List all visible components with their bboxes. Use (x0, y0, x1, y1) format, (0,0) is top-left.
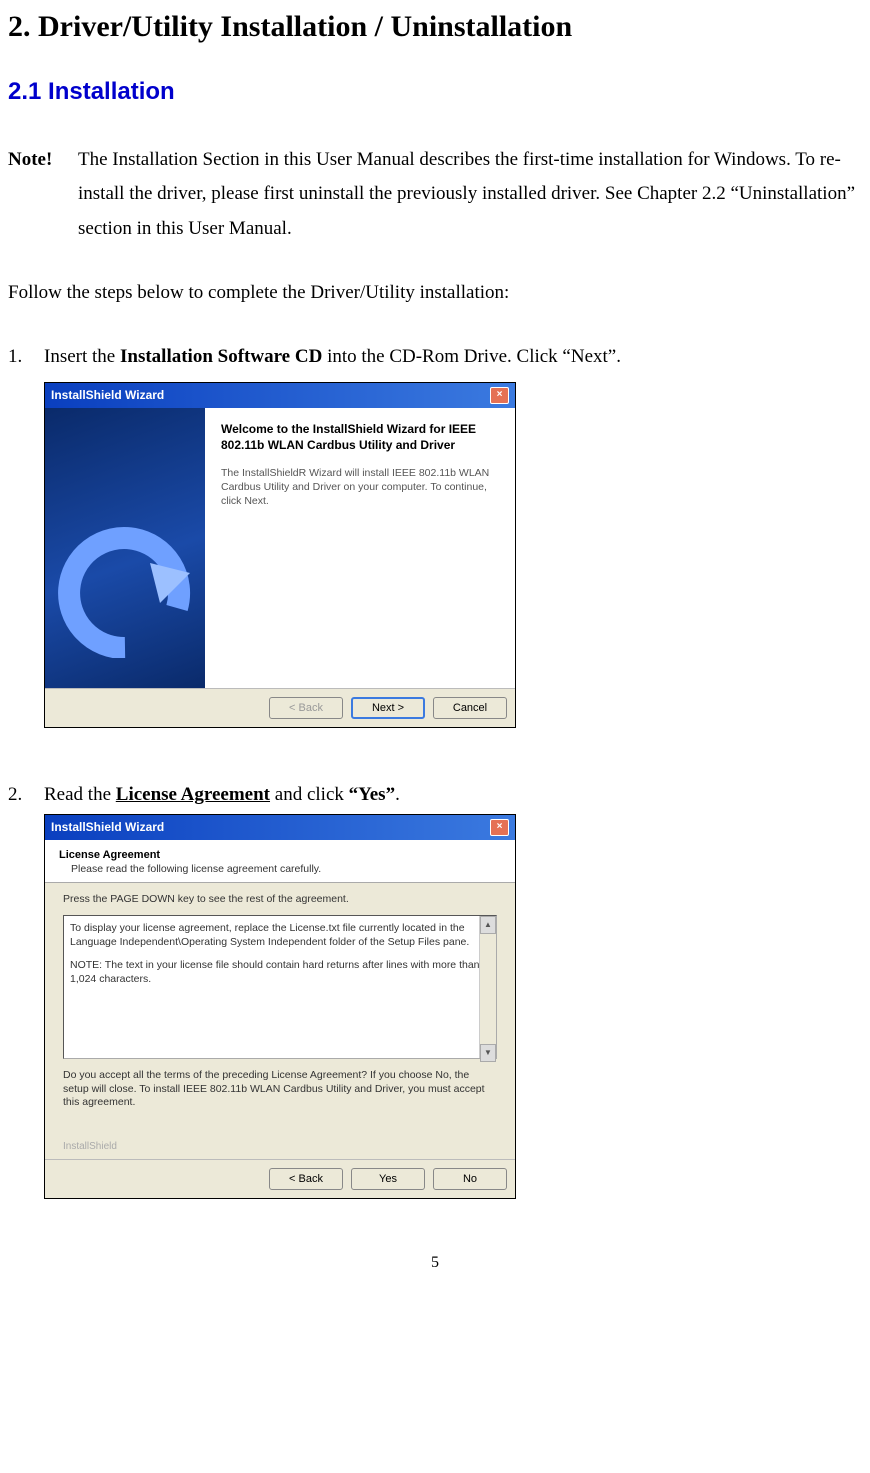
close-icon[interactable]: × (490, 387, 509, 404)
scroll-up-icon[interactable]: ▲ (480, 916, 496, 934)
chapter-title: 2. Driver/Utility Installation / Uninsta… (8, 0, 862, 54)
scrollbar[interactable]: ▲ ▼ (479, 916, 496, 1058)
note-label: Note! (8, 143, 78, 246)
wizard-header-subtitle: Please read the following license agreem… (59, 863, 501, 877)
wizard-titlebar: InstallShield Wizard × (45, 383, 515, 408)
section-title: 2.1 Installation (8, 70, 862, 113)
step2-part-d: “Yes” (349, 784, 395, 805)
back-button: < Back (269, 697, 343, 719)
close-icon[interactable]: × (490, 819, 509, 836)
next-button[interactable]: Next > (351, 697, 425, 719)
license-paragraph-2: NOTE: The text in your license file shou… (70, 959, 490, 986)
step1-part-b: Installation Software CD (120, 346, 322, 367)
arrow-swirl-icon (55, 518, 195, 658)
step2-part-b: License Agreement (116, 784, 270, 805)
brand-label: InstallShield (63, 1140, 497, 1153)
wizard-description: The InstallShieldR Wizard will install I… (221, 467, 499, 508)
back-button[interactable]: < Back (269, 1168, 343, 1190)
follow-text: Follow the steps below to complete the D… (8, 276, 862, 310)
pagedown-instruction: Press the PAGE DOWN key to see the rest … (63, 893, 497, 907)
scroll-down-icon[interactable]: ▼ (480, 1044, 496, 1062)
step1-part-a: Insert the (44, 346, 120, 367)
no-button[interactable]: No (433, 1168, 507, 1190)
page-number: 5 (8, 1249, 862, 1278)
step-text: Insert the Installation Software CD into… (44, 340, 862, 374)
step2-part-c: and click (270, 784, 349, 805)
step-number: 2. (8, 778, 44, 812)
license-paragraph-1: To display your license agreement, repla… (70, 922, 490, 949)
step2-part-e: . (395, 784, 400, 805)
step-2: 2. Read the License Agreement and click … (8, 778, 862, 812)
cancel-button[interactable]: Cancel (433, 697, 507, 719)
wizard-footer: < Back Next > Cancel (45, 688, 515, 727)
wizard-header-title: License Agreement (59, 848, 501, 862)
wizard-title-text: InstallShield Wizard (51, 388, 164, 404)
step1-part-c: into the CD-Rom Drive. Click “Next”. (322, 346, 621, 367)
step-1: 1. Insert the Installation Software CD i… (8, 340, 862, 374)
note-body: The Installation Section in this User Ma… (78, 143, 862, 246)
wizard-footer: < Back Yes No (45, 1159, 515, 1198)
installshield-wizard-welcome: InstallShield Wizard × Welcome to the In… (44, 382, 516, 728)
yes-button[interactable]: Yes (351, 1168, 425, 1190)
installshield-wizard-license: InstallShield Wizard × License Agreement… (44, 814, 516, 1199)
license-textarea[interactable]: To display your license agreement, repla… (63, 915, 497, 1059)
wizard-heading: Welcome to the InstallShield Wizard for … (221, 422, 499, 453)
note-block: Note! The Installation Section in this U… (8, 143, 862, 246)
accept-question: Do you accept all the terms of the prece… (63, 1069, 497, 1110)
wizard-title-text: InstallShield Wizard (51, 820, 164, 836)
step-text: Read the License Agreement and click “Ye… (44, 778, 862, 812)
wizard-header: License Agreement Please read the follow… (45, 840, 515, 883)
wizard-sidebar-graphic (45, 408, 205, 688)
step-number: 1. (8, 340, 44, 374)
wizard-titlebar: InstallShield Wizard × (45, 815, 515, 840)
scroll-track[interactable] (480, 934, 496, 1044)
step2-part-a: Read the (44, 784, 116, 805)
